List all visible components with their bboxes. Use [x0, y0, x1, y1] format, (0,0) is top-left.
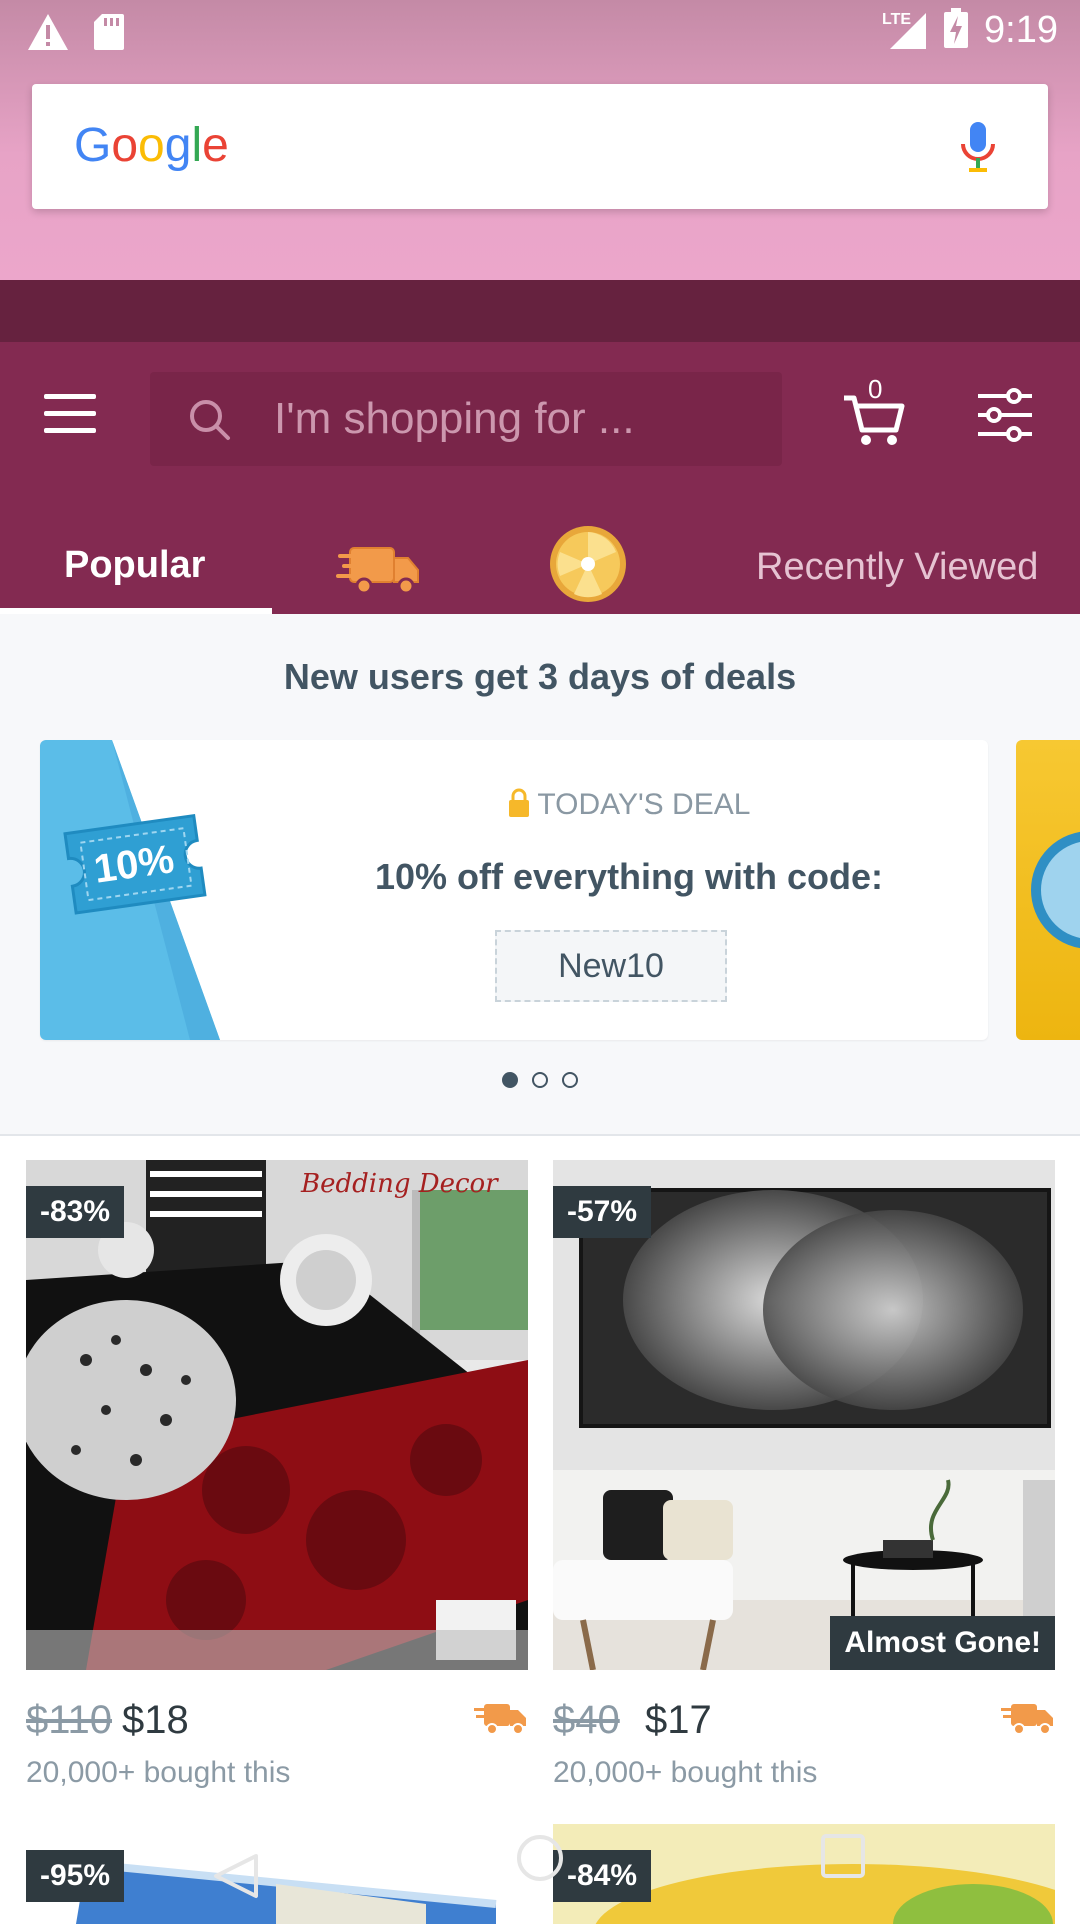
google-logo: Google	[74, 119, 229, 172]
signal-icon: LTE	[882, 11, 928, 51]
tab-popular[interactable]: Popular	[0, 514, 272, 614]
product-card[interactable]: Bedding Decor -83% $110 $18 20,000+ boug…	[26, 1160, 528, 1790]
deal-heading: TODAY'S DEAL	[290, 788, 968, 822]
app-header: I'm shopping for ... 0 Popular Recently …	[0, 342, 1080, 614]
discount-badge: -57%	[553, 1186, 652, 1238]
prize-wheel-icon	[550, 526, 626, 602]
bought-count: 20,000+ bought this	[553, 1756, 818, 1789]
original-price: $110	[26, 1698, 113, 1742]
back-button[interactable]	[214, 1854, 258, 1898]
original-price: $40	[553, 1698, 620, 1742]
coupon-ticket-icon: 10%	[40, 740, 220, 1040]
search-input[interactable]: I'm shopping for ...	[150, 372, 782, 466]
price-row: $110 $18	[26, 1692, 528, 1752]
app-top-strip	[0, 280, 1080, 342]
carousel-dot[interactable]	[532, 1072, 548, 1088]
sale-price: $17	[645, 1698, 712, 1742]
product-image[interactable]: -57% Almost Gone!	[553, 1160, 1055, 1670]
carousel-dot[interactable]	[562, 1072, 578, 1088]
next-deal-card[interactable]	[1016, 740, 1080, 1040]
battery-charging-icon	[944, 8, 969, 53]
fast-shipping-icon	[1001, 1700, 1055, 1741]
shipping-truck-icon	[336, 547, 419, 595]
deal-description: 10% off everything with code:	[374, 856, 884, 897]
lock-icon	[508, 788, 538, 821]
recents-button[interactable]	[821, 1834, 865, 1878]
fast-shipping-icon	[474, 1700, 528, 1741]
filter-sliders-icon	[978, 388, 1032, 442]
system-navigation-bar	[0, 1820, 1080, 1920]
search-placeholder: I'm shopping for ...	[274, 394, 635, 443]
promo-code[interactable]: New10	[495, 930, 727, 1002]
clock: 9:19	[984, 9, 1058, 51]
price-row: $40 $17	[553, 1692, 1055, 1752]
cart-count: 0	[868, 374, 883, 404]
tab-prize-wheel[interactable]	[540, 514, 640, 614]
google-search-bar[interactable]: Google	[32, 84, 1048, 209]
warning-icon	[26, 12, 70, 57]
tab-recently-viewed-label: Recently Viewed	[756, 546, 1039, 588]
hamburger-icon	[44, 394, 96, 399]
carousel-indicator	[0, 1072, 1080, 1093]
sale-price: $18	[122, 1698, 189, 1742]
product-image[interactable]: Bedding Decor -83%	[26, 1160, 528, 1670]
deals-title: New users get 3 days of deals	[283, 656, 797, 697]
product-grid: Bedding Decor -83% $110 $18 20,000+ boug…	[0, 1136, 1080, 1924]
mic-icon[interactable]	[958, 120, 998, 181]
filter-button[interactable]	[976, 386, 1034, 444]
sd-card-icon	[92, 12, 126, 57]
discount-badge: -83%	[26, 1186, 125, 1238]
status-bar: LTE 9:19	[0, 0, 1080, 64]
deal-card[interactable]: 10% TODAY'S DEAL 10% off everything with…	[40, 740, 988, 1040]
menu-button[interactable]	[44, 394, 100, 450]
clock-icon	[1031, 831, 1080, 949]
cart-button[interactable]: 0	[840, 374, 910, 450]
tab-popular-label: Popular	[64, 544, 206, 586]
deals-section: New users get 3 days of deals 10% TODAY'…	[0, 614, 1080, 1136]
deal-heading-text: TODAY'S DEAL	[537, 788, 751, 821]
category-tabs: Popular Recently Viewed	[0, 514, 1080, 614]
search-icon	[188, 398, 232, 447]
product-image-brand-label: Bedding Decor	[300, 1169, 499, 1199]
home-button[interactable]	[517, 1835, 563, 1881]
tab-recently-viewed[interactable]: Recently Viewed	[736, 514, 1080, 614]
carousel-dot[interactable]	[502, 1072, 518, 1088]
product-card[interactable]: -57% Almost Gone! $40 $17 20,000+ bought…	[553, 1160, 1055, 1790]
network-type-label: LTE	[882, 10, 912, 28]
almost-gone-badge: Almost Gone!	[830, 1616, 1055, 1670]
tab-shipping[interactable]	[330, 514, 430, 614]
bought-count: 20,000+ bought this	[26, 1756, 291, 1789]
